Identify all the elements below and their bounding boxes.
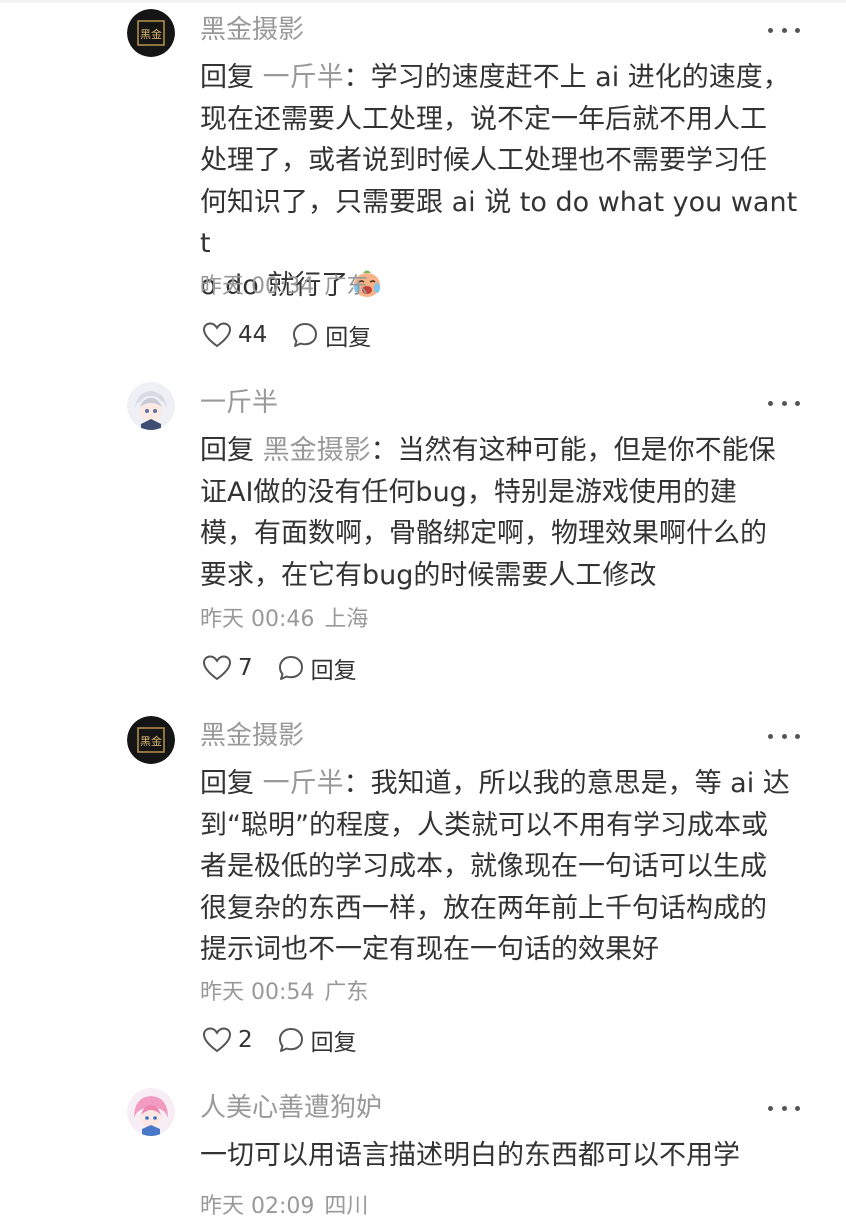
more-options-button[interactable] bbox=[766, 726, 802, 746]
comment-actions: 7 回复 bbox=[202, 651, 357, 685]
reply-label: 回复 bbox=[310, 1030, 357, 1056]
comment-line: ：学习的速度赶不上 ai 进化的速度， bbox=[343, 62, 790, 93]
reply-label: 回复 bbox=[310, 658, 357, 684]
comment-line: 要求，在它有bug的时候需要人工修改 bbox=[200, 559, 657, 591]
comment-actions: 2 回复 bbox=[202, 1023, 357, 1057]
comment-line: 到“聪明”的程度，人类就可以不用有学习成本或 bbox=[200, 809, 768, 841]
comment-body: 回复 黑金摄影：当然有这种可能，但是你不能保证AI做的没有任何bug，特别是游戏… bbox=[200, 430, 806, 596]
location: 四川 bbox=[324, 1194, 369, 1219]
reply-target-username[interactable]: 一斤半 bbox=[263, 62, 344, 93]
dot-icon bbox=[768, 733, 773, 739]
comment-line: 何知识了，只需要跟 ai 说 to do what you want t bbox=[200, 186, 798, 260]
reply-prefix: 回复 bbox=[200, 62, 263, 93]
dot-icon bbox=[795, 1105, 800, 1111]
dot-icon bbox=[795, 400, 800, 406]
comment-meta: 昨天 02:09 四川 bbox=[200, 1192, 368, 1222]
comment-bubble-icon bbox=[293, 323, 318, 347]
dot-icon bbox=[768, 1105, 773, 1111]
avatar[interactable] bbox=[127, 1088, 175, 1136]
reply-button[interactable]: 回复 bbox=[277, 651, 357, 685]
reply-target-username[interactable]: 一斤半 bbox=[263, 768, 344, 799]
avatar[interactable] bbox=[127, 382, 175, 430]
like-count: 7 bbox=[238, 655, 253, 681]
more-options-button[interactable] bbox=[766, 393, 802, 413]
dot-icon bbox=[781, 733, 787, 739]
comment-line: 证AI做的没有任何bug，特别是游戏使用的建 bbox=[200, 476, 737, 508]
heart-icon bbox=[202, 655, 232, 681]
comment-line: 者是极低的学习成本，就像现在一句话可以生成 bbox=[200, 851, 767, 882]
comment-line: 一切可以用语言描述明白的东西都可以不用学 bbox=[200, 1140, 740, 1171]
timestamp: 昨天 02:09 bbox=[200, 1194, 315, 1219]
comment-actions: 44 回复 bbox=[202, 318, 371, 352]
comment-line: 现在还需要人工处理，说不定一年后就不用人工 bbox=[200, 103, 767, 135]
dot-icon bbox=[795, 733, 800, 739]
reply-button[interactable]: 回复 bbox=[277, 1023, 357, 1057]
like-button[interactable]: 7 bbox=[202, 654, 253, 682]
location: 上海 bbox=[324, 607, 369, 632]
dot-icon bbox=[768, 400, 773, 406]
more-options-button[interactable] bbox=[766, 1098, 802, 1118]
comment-body: 回复 一斤半：我知道，所以我的意思是，等 ai 达到“聪明”的程度，人类就可以不… bbox=[200, 763, 806, 971]
comment-line: 很复杂的东西一样，放在两年前上千句话构成的 bbox=[200, 892, 767, 924]
dot-icon bbox=[795, 27, 800, 33]
reply-target-username[interactable]: 黑金摄影 bbox=[263, 435, 371, 466]
comment-meta: 昨天 00:54 广东 bbox=[200, 978, 368, 1008]
dot-icon bbox=[781, 27, 787, 33]
comment-meta: 昨天 00:46 上海 bbox=[200, 605, 368, 635]
comment-bubble-icon bbox=[278, 656, 303, 680]
username[interactable]: 一斤半 bbox=[200, 386, 278, 420]
like-count: 44 bbox=[238, 322, 268, 348]
comment-line: ：当然有这种可能，但是你不能保 bbox=[370, 435, 776, 466]
username[interactable]: 人美心善遭狗妒 bbox=[200, 1091, 382, 1125]
dot-icon bbox=[781, 1105, 787, 1111]
comment-line: 处理了，或者说到时候人工处理也不需要学习任 bbox=[200, 145, 767, 176]
timestamp: 昨天 00:46 bbox=[200, 607, 315, 632]
reply-button[interactable]: 回复 bbox=[291, 318, 371, 352]
location: 广东 bbox=[324, 980, 369, 1005]
comment-line: 提示词也不一定有现在一句话的效果好 bbox=[200, 934, 659, 965]
timestamp: 昨天 00:54 bbox=[200, 980, 315, 1005]
reply-prefix: 回复 bbox=[200, 435, 263, 466]
dot-icon bbox=[768, 27, 773, 33]
reply-prefix: 回复 bbox=[200, 768, 263, 799]
more-options-button[interactable] bbox=[766, 20, 802, 40]
like-button[interactable]: 2 bbox=[202, 1026, 253, 1054]
comment-line: 模，有面数啊，骨骼绑定啊，物理效果啊什么的 bbox=[200, 518, 767, 549]
comment-meta: 昨天 00:34 广东 bbox=[200, 272, 368, 302]
username[interactable]: 黑金摄影 bbox=[200, 719, 304, 753]
comment-line: ：我知道，所以我的意思是，等 ai 达 bbox=[343, 768, 790, 799]
svg-text:黑金: 黑金 bbox=[140, 27, 162, 41]
comment-bubble-icon bbox=[278, 1028, 303, 1052]
avatar[interactable]: 黑金 bbox=[127, 716, 175, 764]
svg-text:黑金: 黑金 bbox=[140, 734, 162, 748]
reply-label: 回复 bbox=[325, 325, 372, 351]
like-button[interactable]: 44 bbox=[202, 321, 267, 349]
comment-body: 一切可以用语言描述明白的东西都可以不用学 bbox=[200, 1135, 806, 1177]
avatar[interactable]: 黑金 bbox=[127, 9, 175, 57]
dot-icon bbox=[781, 400, 787, 406]
username[interactable]: 黑金摄影 bbox=[200, 13, 304, 47]
heart-icon bbox=[202, 1027, 232, 1053]
top-divider bbox=[0, 0, 846, 3]
timestamp: 昨天 00:34 bbox=[200, 274, 315, 299]
location: 广东 bbox=[324, 274, 369, 299]
like-count: 2 bbox=[238, 1027, 253, 1053]
heart-icon bbox=[202, 322, 232, 348]
